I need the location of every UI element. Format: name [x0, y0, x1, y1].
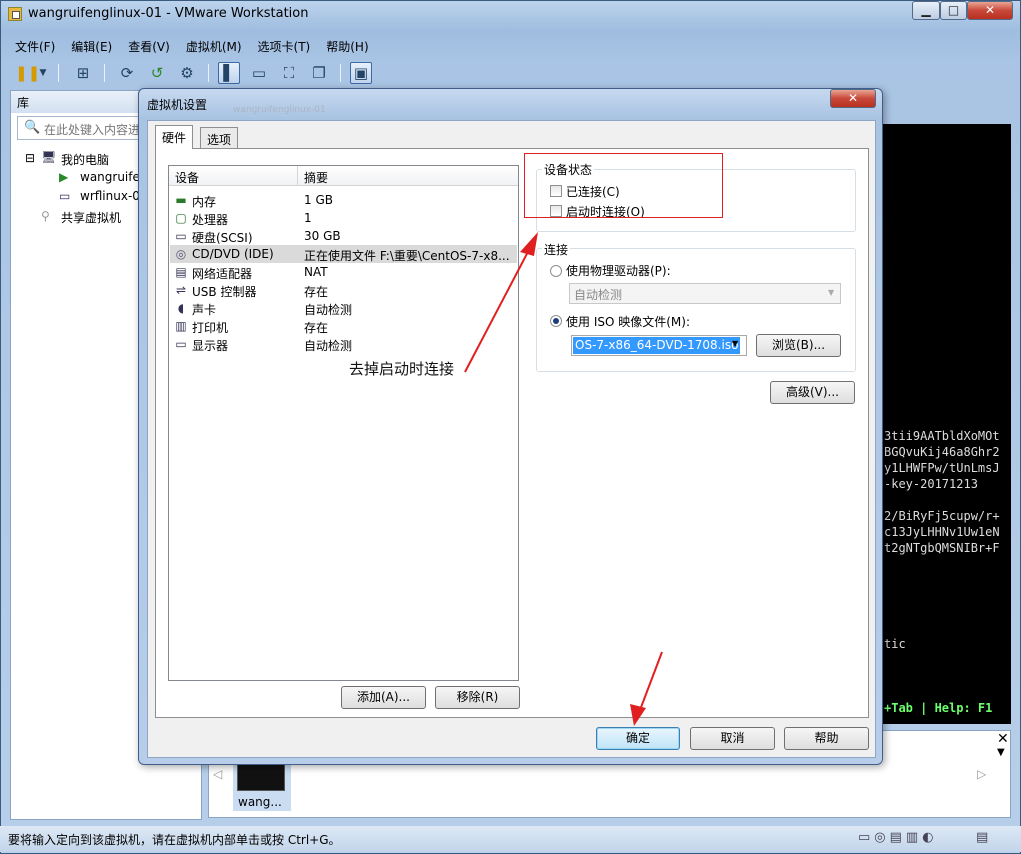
tab-hardware[interactable]: 硬件	[155, 125, 194, 149]
annotation-arrows	[464, 232, 663, 726]
annotation-arrow-head	[520, 232, 538, 256]
annotation-arrow-head	[630, 704, 646, 726]
annotation-arrow-line	[464, 245, 532, 373]
annotation-arrow-line	[639, 651, 663, 711]
